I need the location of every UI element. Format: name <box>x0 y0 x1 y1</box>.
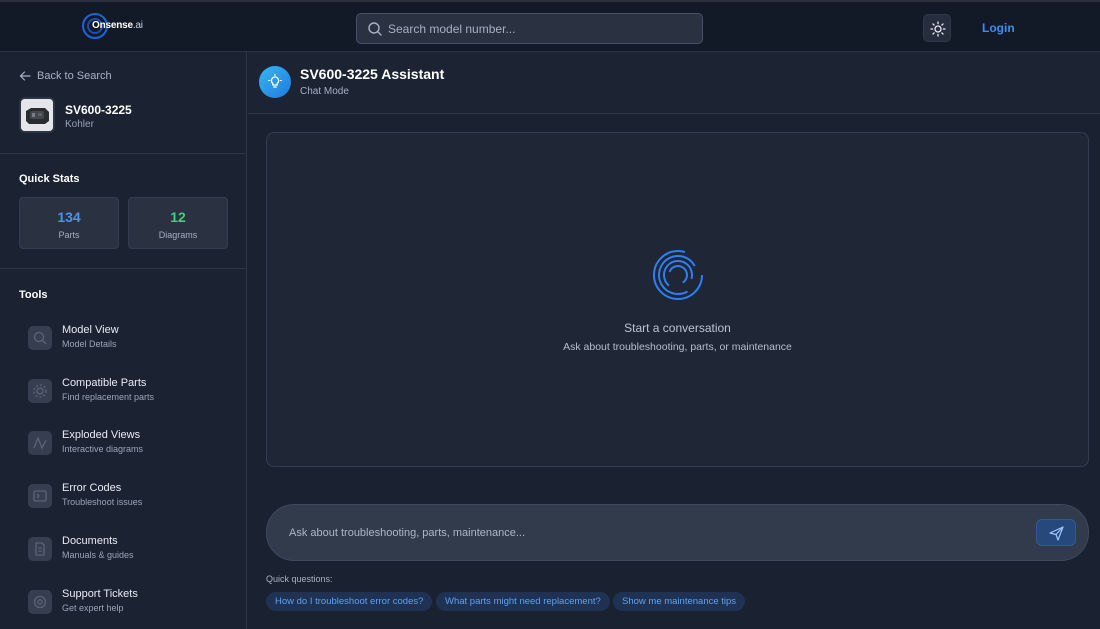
back-label: Back to Search <box>37 70 112 82</box>
message-composer <box>266 504 1089 561</box>
onsense-logo[interactable]: Onsense.ai <box>82 13 143 39</box>
tool-error-codes[interactable]: Error Codes Troubleshoot issues <box>28 481 238 515</box>
arrow-left-icon <box>19 71 31 81</box>
tool-name: Compatible Parts <box>62 377 147 389</box>
quick-questions-label: Quick questions: <box>266 574 333 584</box>
document-icon <box>28 537 52 561</box>
assistant-header: SV600-3225 Assistant Chat Mode <box>248 52 1100 114</box>
search-input[interactable] <box>388 14 688 43</box>
tool-name: Documents <box>62 535 118 547</box>
tool-support-tickets[interactable]: Support Tickets Get expert help <box>28 587 238 621</box>
engine-image <box>21 99 53 131</box>
back-to-search-link[interactable]: Back to Search <box>19 70 112 82</box>
chat-panel: Start a conversation Ask about troublesh… <box>266 132 1089 467</box>
tool-exploded-views[interactable]: Exploded Views Interactive diagrams <box>28 428 238 462</box>
loading-spinner-icon <box>653 250 703 300</box>
tools-title: Tools <box>19 289 48 301</box>
tool-documents[interactable]: Documents Manuals & guides <box>28 534 238 568</box>
model-card: SV600-3225 Kohler <box>19 97 239 135</box>
quick-question-chip[interactable]: Show me maintenance tips <box>613 592 746 611</box>
tool-name: Error Codes <box>62 482 122 494</box>
message-input[interactable] <box>289 505 1029 560</box>
tool-description: Troubleshoot issues <box>62 497 143 507</box>
tool-name: Model View <box>62 324 119 336</box>
login-link[interactable]: Login <box>982 21 1015 35</box>
tool-description: Manuals & guides <box>62 550 134 560</box>
quick-question-chip[interactable]: How do I troubleshoot error codes? <box>266 592 433 611</box>
logo-text: Onsense.ai <box>92 20 143 31</box>
terminal-icon <box>28 484 52 508</box>
sun-icon <box>930 21 946 37</box>
tool-description: Find replacement parts <box>62 392 155 402</box>
stat-label: Diagrams <box>158 230 198 240</box>
stat-diagrams: 12 Diagrams <box>128 197 228 249</box>
stat-value: 12 <box>170 209 186 225</box>
tool-compatible-parts[interactable]: Compatible Parts Find replacement parts <box>28 376 238 410</box>
tool-description: Interactive diagrams <box>62 444 144 454</box>
quick-stats-title: Quick Stats <box>19 173 80 185</box>
assistant-title: SV600-3225 Assistant <box>300 66 445 82</box>
search-icon <box>368 22 382 36</box>
tool-description: Get expert help <box>62 603 124 613</box>
search-bar <box>356 13 703 44</box>
top-bar: Onsense.ai Login <box>0 0 1100 52</box>
send-button[interactable] <box>1036 519 1076 546</box>
support-icon <box>28 590 52 614</box>
theme-toggle-button[interactable] <box>923 14 951 42</box>
tool-name: Support Tickets <box>62 588 138 600</box>
empty-state-title: Start a conversation <box>624 321 731 335</box>
divider <box>0 268 247 269</box>
chat-mode-label: Chat Mode <box>300 86 349 97</box>
diagram-icon <box>28 431 52 455</box>
stat-label: Parts <box>58 230 80 240</box>
gear-icon <box>28 379 52 403</box>
model-brand: Kohler <box>65 119 94 130</box>
stat-parts: 134 Parts <box>19 197 119 249</box>
tool-description: Model Details <box>62 339 117 349</box>
search-icon <box>28 326 52 350</box>
send-icon <box>1049 526 1064 541</box>
divider <box>0 153 247 154</box>
tool-model-view[interactable]: Model View Model Details <box>28 323 238 357</box>
lightbulb-icon <box>259 66 291 98</box>
model-thumbnail <box>19 97 55 133</box>
tool-name: Exploded Views <box>62 429 141 441</box>
empty-state-subtitle: Ask about troubleshooting, parts, or mai… <box>563 341 792 353</box>
quick-question-chip[interactable]: What parts might need replacement? <box>436 592 610 611</box>
model-name: SV600-3225 <box>65 103 132 117</box>
sidebar: Back to Search SV600-3225 Kohler Quick S… <box>0 52 247 629</box>
stat-value: 134 <box>57 209 81 225</box>
